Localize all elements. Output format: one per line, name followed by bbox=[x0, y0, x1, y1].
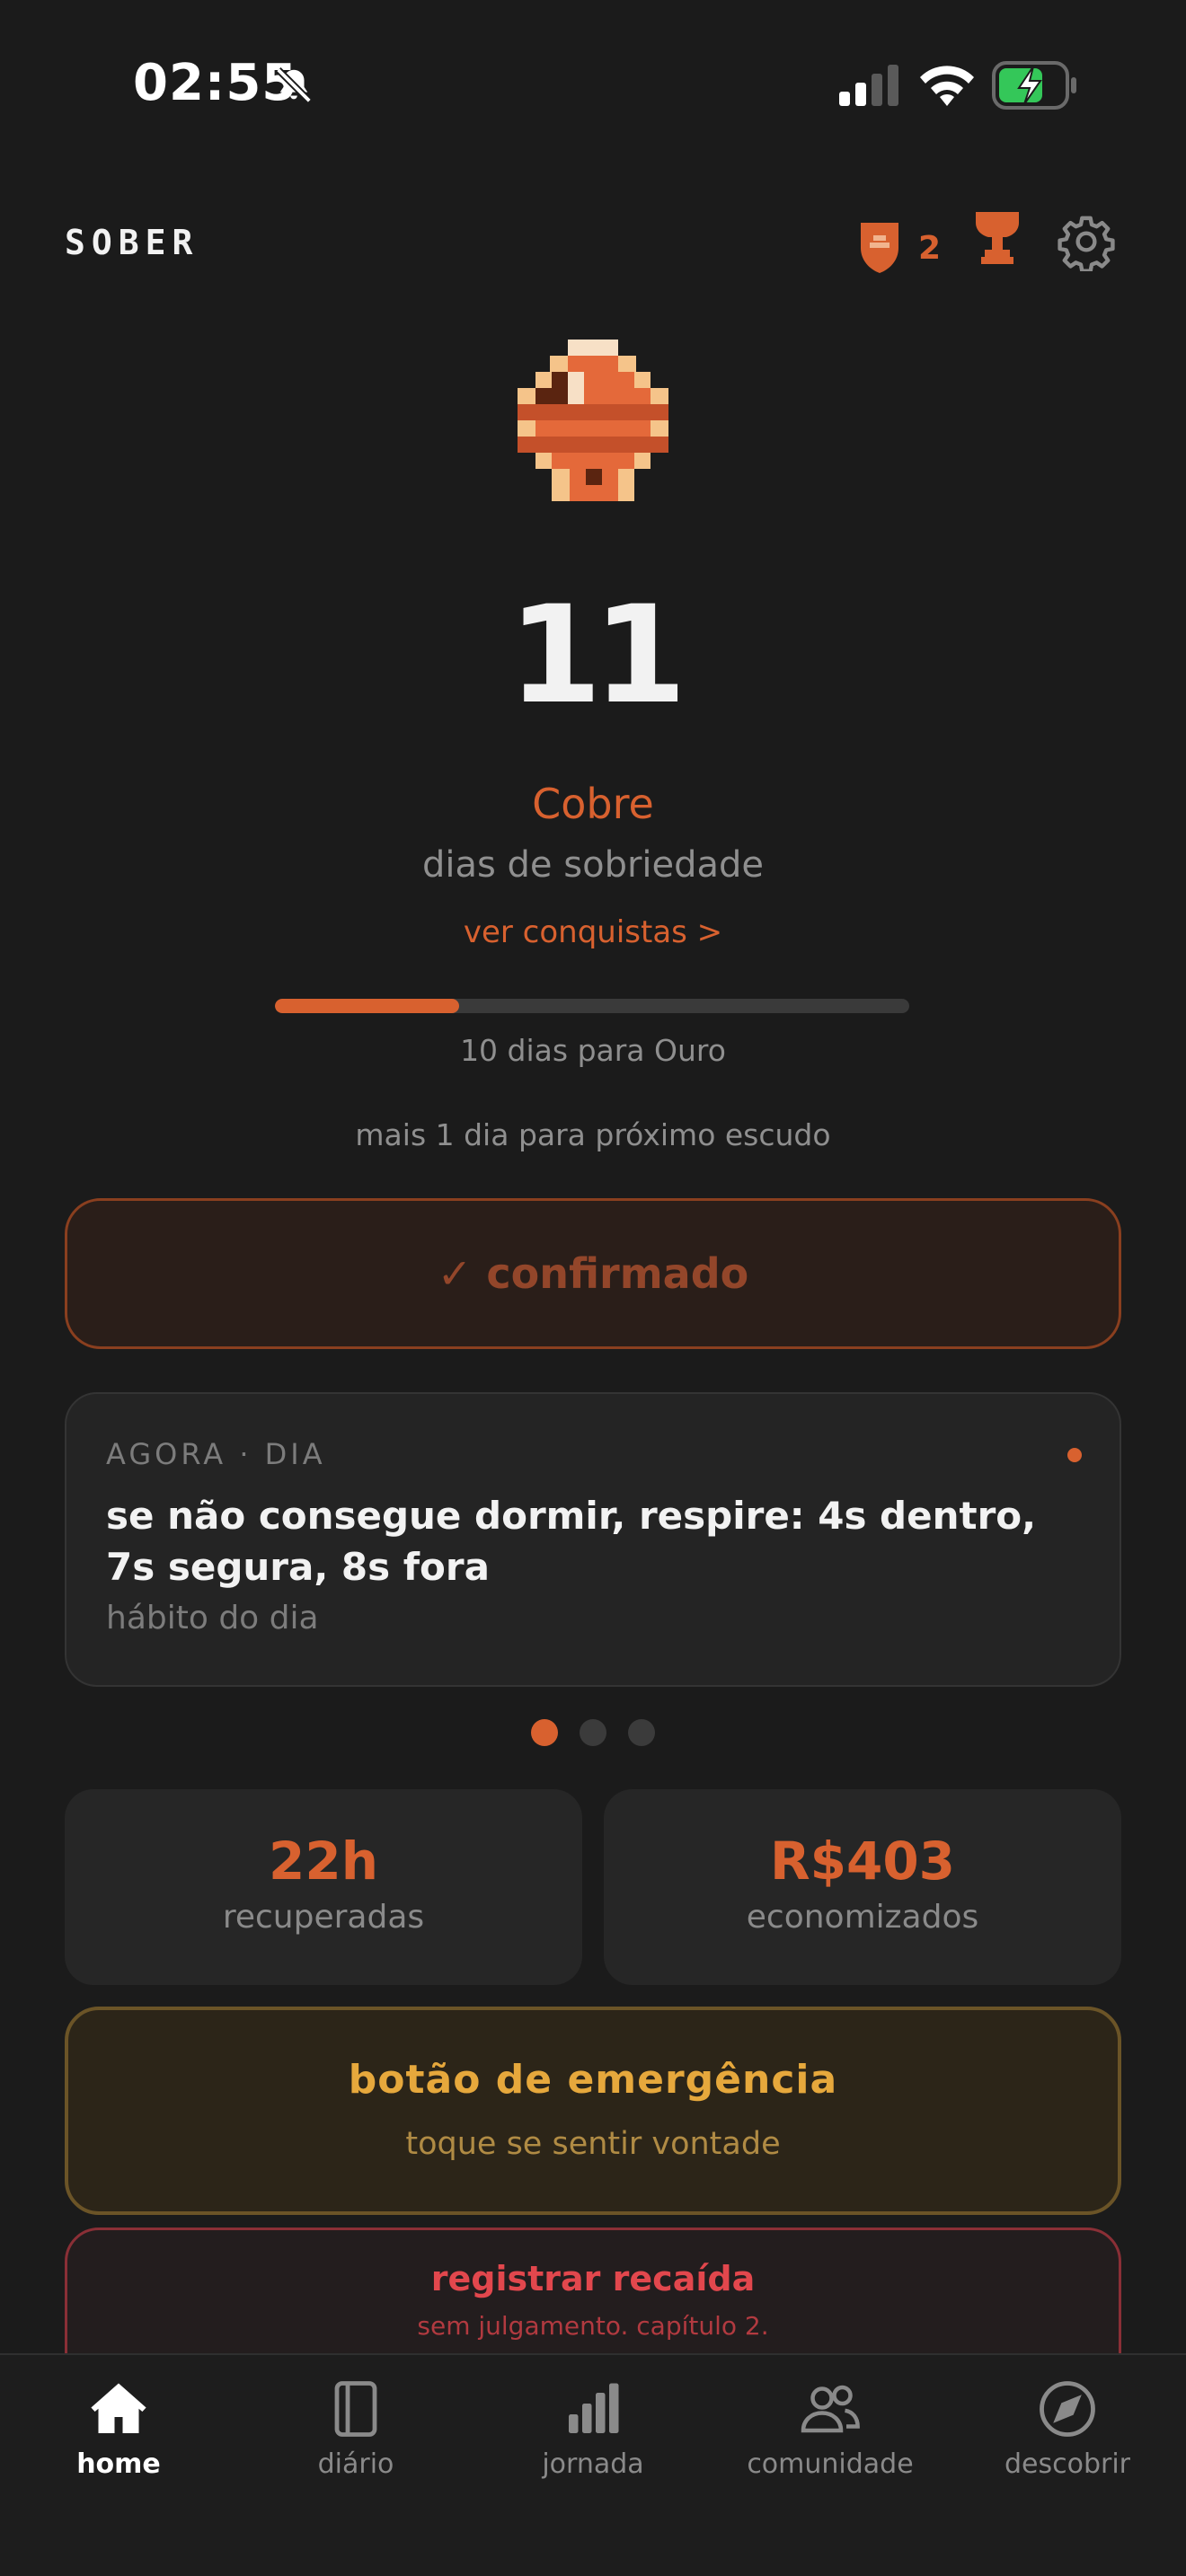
progress-label: 10 dias para Ouro bbox=[460, 1033, 726, 1068]
compass-icon bbox=[1040, 2381, 1095, 2437]
tier-name: Cobre bbox=[532, 780, 654, 828]
tab-discover[interactable]: descobrir bbox=[969, 2377, 1166, 2480]
days-label: dias de sobriedade bbox=[421, 844, 765, 886]
tab-community[interactable]: comunidade bbox=[731, 2377, 929, 2480]
battery-charging-icon bbox=[992, 61, 1076, 110]
tab-label: home bbox=[76, 2448, 161, 2480]
stat-value: 22h bbox=[268, 1831, 378, 1892]
tier-progress-bar bbox=[275, 999, 909, 1013]
next-shield-label: mais 1 dia para próximo escudo bbox=[355, 1117, 831, 1152]
carousel-pagination bbox=[0, 1719, 1186, 1746]
tab-label: jornada bbox=[542, 2448, 644, 2480]
tip-text: se não consegue dormir, respire: 4s dent… bbox=[106, 1494, 1037, 1589]
shield-count-value: 2 bbox=[918, 229, 942, 267]
stat-label: recuperadas bbox=[222, 1899, 425, 1936]
tab-label: diário bbox=[317, 2448, 394, 2480]
sober-days-count: 11 bbox=[508, 578, 687, 734]
tab-bar: home diário jornada comunidade descobrir bbox=[0, 2353, 1186, 2576]
shield-icon bbox=[861, 223, 898, 273]
people-icon bbox=[801, 2385, 860, 2433]
tab-journal[interactable]: diário bbox=[257, 2377, 455, 2480]
daily-tip-card[interactable]: AGORA · DIA se não consegue dormir, resp… bbox=[65, 1392, 1121, 1687]
tier-progress-fill bbox=[275, 999, 459, 1013]
hours-recovered-card: 22h recuperadas bbox=[65, 1789, 582, 1985]
tab-journey[interactable]: jornada bbox=[494, 2377, 692, 2480]
trophy-icon[interactable] bbox=[972, 208, 1022, 266]
carousel-dot[interactable] bbox=[580, 1719, 606, 1746]
journal-icon bbox=[334, 2381, 377, 2437]
signal-icon bbox=[839, 65, 898, 106]
wifi-icon bbox=[920, 66, 974, 106]
shield-counter[interactable]: 2 bbox=[855, 219, 941, 277]
copper-shield-icon bbox=[518, 340, 668, 501]
tab-home[interactable]: home bbox=[20, 2377, 217, 2480]
app-brand: SOBER bbox=[65, 223, 199, 262]
confirmed-label: ✓ confirmado bbox=[437, 1249, 749, 1298]
emergency-title: botão de emergência bbox=[348, 2057, 838, 2103]
stat-value: R$403 bbox=[769, 1831, 956, 1892]
carousel-dot[interactable] bbox=[531, 1719, 558, 1746]
status-bar: 02:55 bbox=[0, 0, 1186, 180]
tab-label: comunidade bbox=[747, 2448, 914, 2480]
bar-chart-icon bbox=[569, 2383, 619, 2433]
tip-eyebrow: AGORA · DIA bbox=[106, 1437, 326, 1471]
gear-icon[interactable] bbox=[1057, 212, 1116, 271]
emergency-button[interactable]: botão de emergência toque se sentir vont… bbox=[65, 2007, 1121, 2215]
stat-label: economizados bbox=[746, 1899, 979, 1936]
emergency-subtitle: toque se sentir vontade bbox=[405, 2126, 781, 2162]
confirmed-button[interactable]: ✓ confirmado bbox=[65, 1198, 1121, 1349]
relapse-subtitle: sem julgamento. capítulo 2. bbox=[417, 2311, 769, 2341]
home-icon bbox=[91, 2383, 146, 2433]
unread-dot bbox=[1067, 1448, 1082, 1462]
relapse-title: registrar recaída bbox=[430, 2259, 756, 2298]
bell-muted-icon bbox=[276, 67, 312, 103]
carousel-dot[interactable] bbox=[628, 1719, 655, 1746]
view-achievements-link[interactable]: ver conquistas > bbox=[0, 914, 1186, 950]
tip-subtitle: hábito do dia bbox=[106, 1600, 319, 1637]
money-saved-card: R$403 economizados bbox=[604, 1789, 1121, 1985]
tab-label: descobrir bbox=[1004, 2448, 1131, 2480]
